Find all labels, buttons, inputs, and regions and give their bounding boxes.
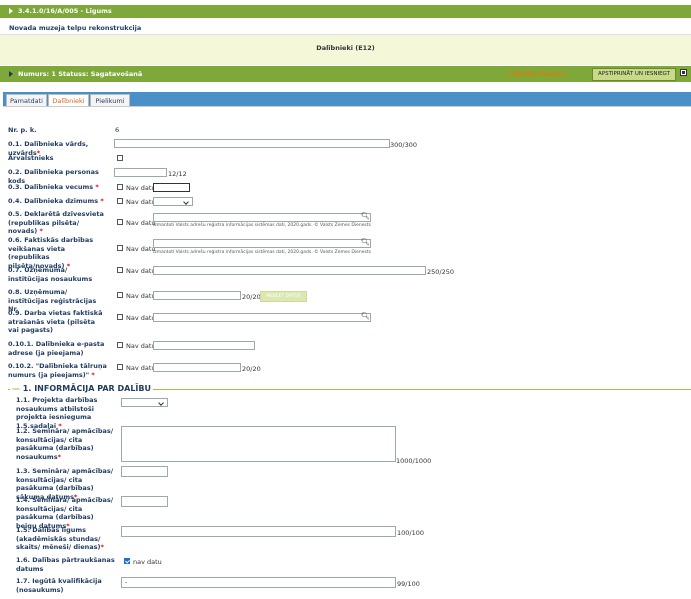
foreign-checkbox[interactable] [117,155,123,161]
field-16-label: 1.6. Dalības pārtraukšanas datums [16,556,115,573]
field-12-label: 1.2. Semināra/ apmācības/ konsultācijas/… [16,427,114,461]
field-06-label: 0.6. Faktiskās darbības veikšanas vieta … [8,236,94,270]
nr-label: Nr. p. k. [8,126,37,134]
field-09-label: 0.9. Darba vietas faktiskā atrašanās vie… [8,309,103,334]
residence-address-input[interactable] [153,213,371,222]
no-data-label: nav datu [133,558,162,566]
top-bar[interactable]: 3.4.1.0/16/A/005 - Līgums [0,5,691,18]
field-11-label: 1.1. Projekta darbības nosaukums atbilst… [16,396,98,430]
status-text: Numurs: 1 Statuss: Sagatavošanā [9,70,142,78]
contract-title: 3.4.1.0/16/A/005 - Līgums [18,7,112,15]
form-errors-indicator: [ Kļūdas formā ] [508,70,568,78]
no-data-label: Nav datu [126,198,156,206]
address-hint: Izmantoti Valsts adrešu reģistra informā… [153,223,371,228]
field-01-counter: 300/300 [390,141,418,149]
start-date-input[interactable] [121,466,168,477]
field-15-counter: 100/100 [397,529,425,537]
gender-no-data-checkbox[interactable] [117,198,123,204]
field-0101-label: 0.10.1. Dalībnieka e-pasta adrese (ja pi… [8,340,105,357]
field-05-label: 0.5. Deklarētā dzīvesvieta (republikas p… [8,210,104,235]
tab-content-border [3,106,691,107]
company-reg-input[interactable] [153,291,241,300]
no-data-label: Nav datu [126,314,156,322]
field-17-counter: 99/100 [397,580,420,588]
chevron-down-icon [183,199,189,205]
nr-value: 6 [115,126,120,134]
email-input[interactable] [153,341,255,350]
phone-no-data-checkbox[interactable] [117,364,123,370]
residence-no-data-checkbox[interactable] [117,219,123,225]
company-name-input[interactable] [153,266,426,275]
field-08-counter: 20/20 [242,293,261,301]
participation-heading: — 1. INFORMĀCIJA PAR DALĪBU [10,384,154,393]
close-icon[interactable] [680,69,687,76]
email-no-data-checkbox[interactable] [117,342,123,348]
field-07-counter: 250/250 [427,268,455,276]
field-02-counter: 12/12 [168,170,187,178]
foreign-label: Ārvalstnieks [8,154,54,162]
end-date-input[interactable] [121,496,168,507]
no-data-label: Nav datu [126,342,156,350]
participation-agreement-input[interactable] [121,526,396,537]
company-name-no-data-checkbox[interactable] [117,267,123,273]
event-name-textarea[interactable] [121,426,396,462]
participant-name-input[interactable] [114,139,390,148]
activity-place-no-data-checkbox[interactable] [117,245,123,251]
approve-submit-button[interactable]: APSTIPRINĀT UN IESNIEGT [592,68,676,81]
search-icon[interactable]: 🔍︎ [361,238,370,246]
no-data-label: Nav datu [126,292,156,300]
field-0102-label: 0.10.2. "Dalībnieka tālruņa numurs (ja p… [8,362,107,379]
field-07-label: 0.7. Uzņēmuma/ institūcijas nosaukums [8,266,93,283]
phone-input[interactable] [153,363,241,372]
field-12-counter: 1000/1000 [396,457,432,465]
company-reg-no-data-checkbox[interactable] [117,292,123,298]
field-04-label: 0.4. Dalībnieka dzimums * [8,197,104,205]
field-15-label: 1.5. Dalības līgums (akadēmiskās stundas… [16,526,104,551]
search-data-button[interactable]: MEKLĒT DATUS [260,291,307,302]
project-activity-select[interactable] [121,398,168,407]
section-header-title: Dalībnieki (E12) [316,44,375,52]
chevron-down-icon [158,400,164,406]
no-data-label: Nav datu [126,245,156,253]
field-17-label: 1.7. Iegūtā kvalifikācija (nosaukums) [16,577,102,594]
expand-triangle-icon [9,71,13,77]
gender-select[interactable] [153,197,193,206]
field-14-label: 1.4. Semināra/ apmācības/ konsultācijas/… [16,496,114,530]
field-0102-counter: 20/20 [242,365,261,373]
workplace-address-input[interactable] [153,313,371,322]
interruption-no-data-checkbox[interactable] [124,558,130,564]
workplace-no-data-checkbox[interactable] [117,314,123,320]
project-title: Novada muzeja telpu rekonstrukcija [9,24,142,32]
search-icon[interactable]: 🔍︎ [361,312,370,320]
field-03-label: 0.3. Dalībnieka vecums * [8,183,99,191]
age-no-data-checkbox[interactable] [117,184,123,190]
activity-address-input[interactable] [153,239,371,248]
no-data-label: Nav datu [126,364,156,372]
address-hint: Izmantoti Valsts adrešu reģistra informā… [153,250,371,255]
qualification-value: - [125,578,128,586]
no-data-label: Nav datu [126,267,156,275]
no-data-label: Nav datu [126,219,156,227]
age-input[interactable] [153,183,190,192]
search-icon[interactable]: 🔍︎ [361,212,370,220]
qualification-input[interactable]: - [121,577,396,588]
personal-code-input[interactable] [114,168,167,177]
no-data-label: Nav datu [126,184,156,192]
expand-triangle-icon [9,8,13,14]
